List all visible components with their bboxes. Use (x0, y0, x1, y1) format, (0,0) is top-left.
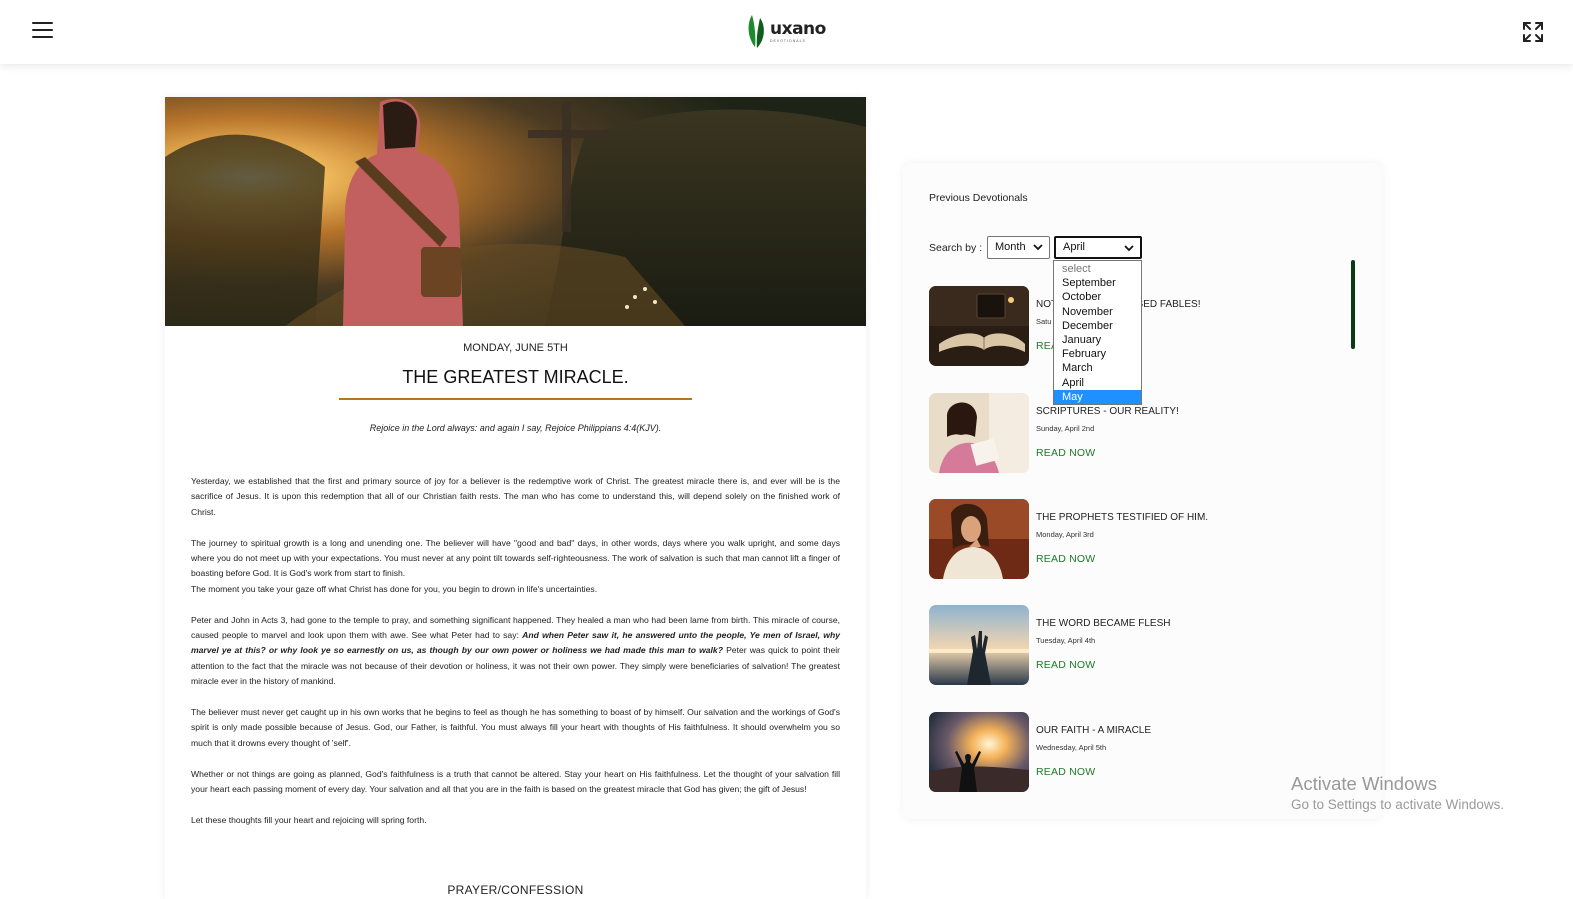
month-dropdown-list[interactable]: select September October November Decemb… (1053, 260, 1142, 405)
previous-devotionals-panel: Previous Devotionals Search by : Month A… (903, 163, 1382, 819)
article-date: MONDAY, JUNE 5TH (463, 342, 568, 354)
paragraph: Whether or not things are going as plann… (191, 768, 840, 795)
dropdown-option[interactable]: December (1054, 319, 1141, 333)
item-title[interactable]: THE WORD BECAME FLESH (1036, 618, 1170, 629)
item-title[interactable]: OUR FAITH - A MIRACLE (1036, 725, 1151, 736)
woman-reading-bible-thumbnail[interactable] (929, 393, 1029, 473)
devotional-article: MONDAY, JUNE 5TH THE GREATEST MIRACLE. R… (165, 97, 866, 899)
filter-type-select[interactable]: Month (987, 236, 1050, 259)
filter-type-value: Month (995, 241, 1026, 253)
read-now-link[interactable]: READ NOW (1036, 553, 1095, 565)
article-body: Yesterday, we established that the first… (191, 474, 840, 844)
open-bible-candle-photo (929, 286, 1029, 366)
paragraph: Peter and John in Acts 3, had gone to th… (191, 613, 840, 690)
uxano-logo[interactable]: uxano DEVOTIONALS (746, 13, 826, 49)
search-by-label: Search by : (929, 242, 983, 254)
hero-illustration (165, 97, 866, 326)
item-date: Satu (1036, 317, 1052, 326)
man-arms-raised-sunset-thumbnail[interactable] (929, 712, 1029, 792)
dropdown-option[interactable]: select (1054, 262, 1141, 276)
title-underline-divider (339, 398, 692, 400)
item-date: Monday, April 3rd (1036, 530, 1094, 539)
prayer-confession-heading: PRAYER/CONFESSION (447, 883, 584, 897)
expand-fullscreen-icon[interactable] (1522, 21, 1544, 43)
list-scrollbar-thumb[interactable] (1351, 260, 1355, 349)
panel-title: Previous Devotionals (929, 192, 1028, 204)
open-bible-candle-thumbnail[interactable] (929, 286, 1029, 366)
dropdown-option[interactable]: April (1054, 376, 1141, 390)
chevron-down-icon (1124, 245, 1134, 252)
dropdown-option[interactable]: September (1054, 276, 1141, 290)
item-date: Tuesday, April 4th (1036, 636, 1096, 645)
logo-wordmark: uxano (770, 18, 826, 39)
woman-reading-bible-photo (929, 393, 1029, 473)
paragraph: Yesterday, we established that the first… (191, 476, 840, 517)
paragraph-text: The journey to spiritual growth is a lon… (191, 537, 840, 579)
hero-image-man-walking-toward-cross (165, 97, 866, 326)
paragraph-text: The moment you take your gaze off what C… (191, 583, 598, 594)
list-item[interactable]: OUR FAITH - A MIRACLE Wednesday, April 5… (929, 712, 1349, 792)
chevron-down-icon (1033, 244, 1043, 251)
read-now-link[interactable]: READ NOW (1036, 659, 1095, 671)
month-select-value: April (1063, 241, 1086, 253)
item-date: Wednesday, April 5th (1036, 743, 1107, 752)
list-item[interactable]: THE WORD BECAME FLESH READ NOW Tuesday, … (929, 605, 1349, 685)
read-now-link[interactable]: READ NOW (1036, 766, 1095, 778)
paragraph: The journey to spiritual growth is a lon… (191, 536, 840, 598)
top-navbar: uxano DEVOTIONALS (0, 0, 1573, 64)
month-select[interactable]: April (1054, 236, 1142, 259)
dropdown-option[interactable]: January (1054, 333, 1141, 347)
logo-subtitle: DEVOTIONALS (770, 38, 806, 43)
item-title[interactable]: SCRIPTURES - OUR REALITY! (1036, 406, 1179, 417)
dropdown-option[interactable]: November (1054, 305, 1141, 319)
hamburger-menu-icon[interactable] (32, 22, 53, 40)
jesus-praying-photo (929, 499, 1029, 579)
item-title[interactable]: THE PROPHETS TESTIFIED OF HIM. (1036, 512, 1208, 523)
dropdown-option[interactable]: February (1054, 347, 1141, 361)
leaf-logo-icon (748, 15, 764, 48)
item-date: Sunday, April 2nd (1036, 424, 1095, 433)
jesus-praying-thumbnail[interactable] (929, 499, 1029, 579)
paragraph: The believer must never get caught up in… (191, 707, 840, 748)
dropdown-option[interactable]: March (1054, 361, 1141, 375)
article-title: THE GREATEST MIRACLE. (402, 367, 629, 387)
hand-reaching-sky-thumbnail[interactable] (929, 605, 1029, 685)
scripture-verse: Rejoice in the Lord always: and again I … (369, 423, 662, 433)
man-arms-raised-sunset-photo (929, 712, 1029, 792)
hand-reaching-sky-photo (929, 605, 1029, 685)
dropdown-option-highlighted[interactable]: May (1054, 389, 1141, 404)
paragraph: Let these thoughts fill your heart and r… (191, 814, 427, 825)
list-item[interactable]: THE PROPHETS TESTIFIED OF HIM. Monday, A… (929, 499, 1349, 579)
dropdown-option[interactable]: October (1054, 290, 1141, 304)
read-now-link[interactable]: READ NOW (1036, 447, 1095, 459)
list-item[interactable]: SCRIPTURES - OUR REALITY! Sunday, April … (929, 393, 1349, 473)
